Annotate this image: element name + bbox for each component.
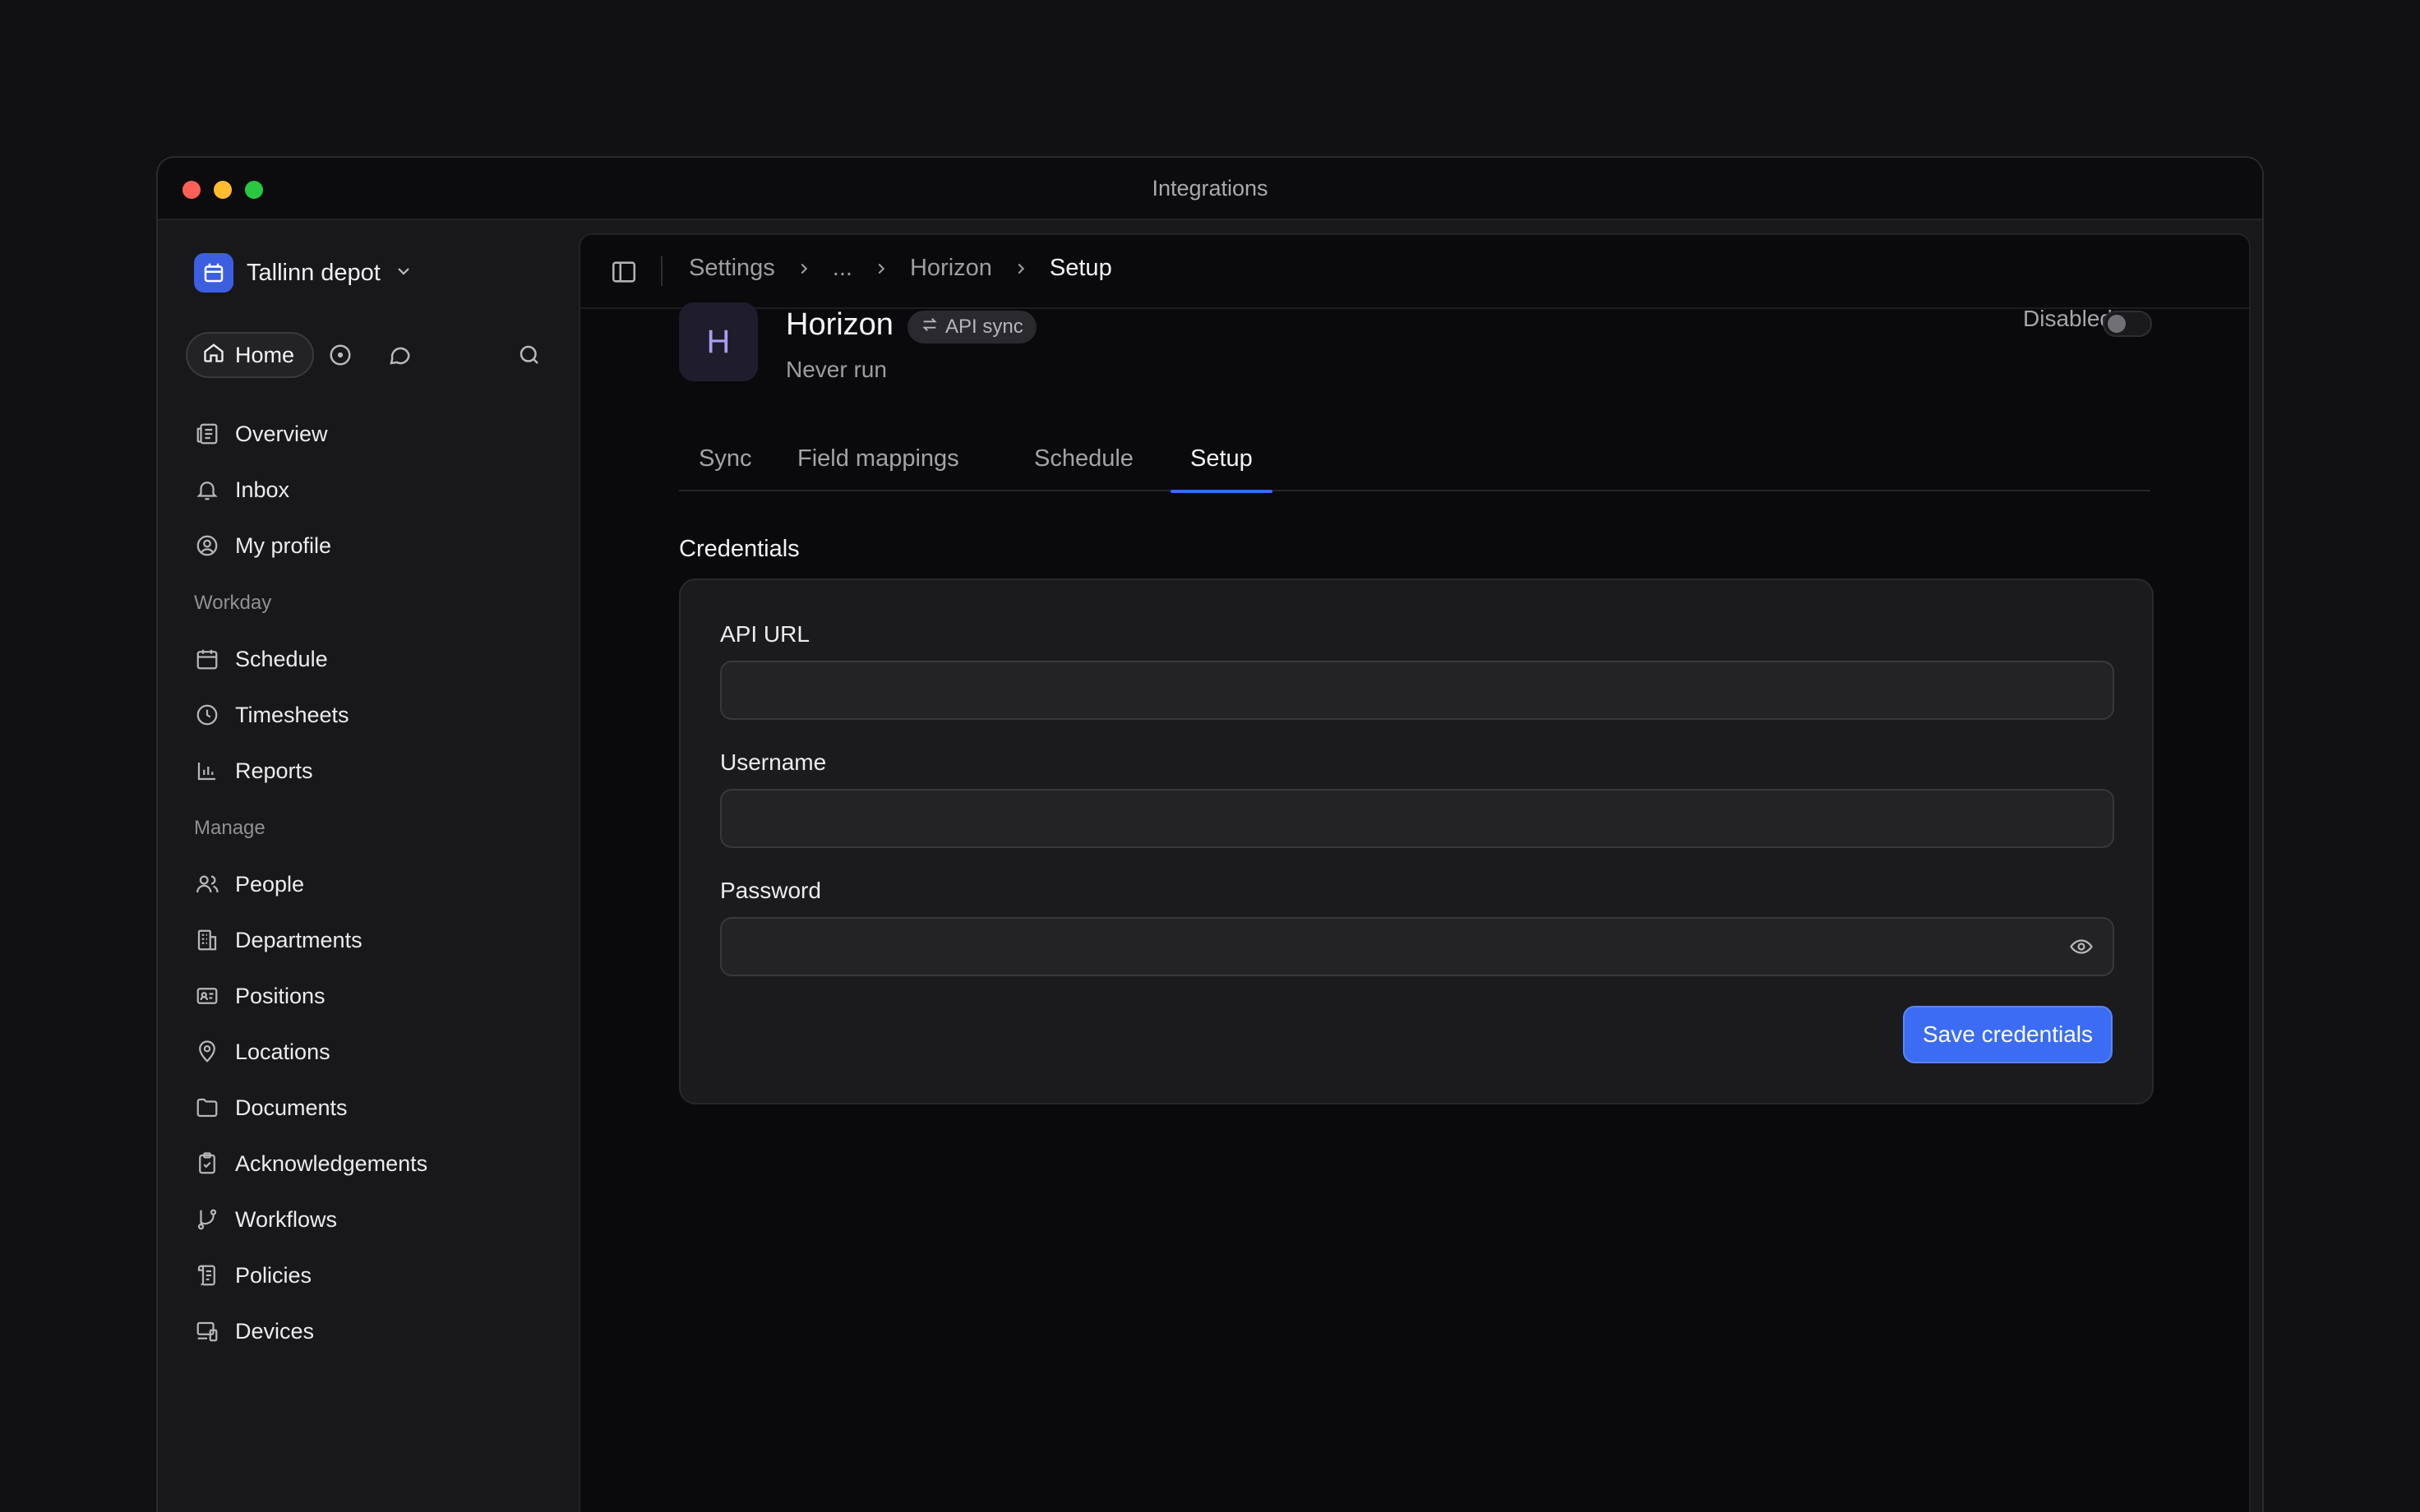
workspace-logo-icon [194, 253, 233, 293]
credentials-title: Credentials [679, 536, 800, 562]
tab-sync[interactable]: Sync [679, 436, 771, 491]
building-icon [194, 927, 220, 953]
bar-chart-icon [194, 758, 220, 784]
sidebar-item-label: Documents [235, 1095, 348, 1120]
sidebar-item-devices[interactable]: Devices [194, 1303, 562, 1359]
tab-setup[interactable]: Setup [1171, 436, 1272, 493]
app-window: Integrations Tallinn depot Home Overview… [156, 156, 2264, 1512]
newspaper-icon [194, 421, 220, 447]
sidebar-item-label: Reports [235, 758, 313, 783]
sidebar-item-label: Policies [235, 1262, 312, 1288]
sidebar-item-label: Schedule [235, 646, 328, 671]
sidebar-item-label: People [235, 871, 305, 897]
integration-name: Horizon [786, 307, 894, 342]
title-bar: Integrations [158, 158, 2262, 220]
tab-bar: Sync Field mappings Schedule Setup [679, 436, 2150, 493]
username-label: Username [720, 749, 827, 775]
integration-avatar: H [679, 302, 758, 381]
search-icon[interactable] [516, 342, 543, 368]
users-icon [194, 871, 220, 897]
credentials-card: API URL Username Password Save credentia… [679, 579, 2154, 1104]
api-url-input[interactable] [720, 661, 2114, 720]
username-input[interactable] [720, 789, 2114, 848]
sidebar-item-my-profile[interactable]: My profile [194, 518, 562, 574]
sidebar-item-reports[interactable]: Reports [194, 743, 562, 799]
enable-toggle[interactable] [2103, 311, 2152, 337]
user-circle-icon [194, 532, 220, 559]
sidebar-item-label: Positions [235, 983, 326, 1008]
chevron-right-icon [1012, 260, 1030, 278]
tab-field-mappings[interactable]: Field mappings [778, 436, 979, 491]
breadcrumb: Settings ... Horizon Setup [689, 255, 1112, 282]
sidebar-item-acknowledgements[interactable]: Acknowledgements [194, 1136, 562, 1192]
sidebar-toggle-icon[interactable] [610, 258, 638, 286]
sidebar-item-inbox[interactable]: Inbox [194, 462, 562, 518]
chevron-down-icon [394, 261, 413, 285]
divider [661, 256, 663, 286]
folder-icon [194, 1095, 220, 1121]
sidebar-item-label: Overview [235, 421, 328, 446]
chevron-right-icon [872, 260, 890, 278]
sidebar-item-locations[interactable]: Locations [194, 1024, 562, 1080]
enabled-status-label: Disabled [2023, 306, 2113, 331]
activity-icon[interactable] [327, 342, 353, 368]
top-bar: Settings ... Horizon Setup [580, 235, 2249, 309]
password-input[interactable] [720, 917, 2114, 976]
save-credentials-button[interactable]: Save credentials [1902, 1006, 2113, 1063]
clock-icon [194, 702, 220, 728]
breadcrumb-ellipsis[interactable]: ... [833, 255, 852, 282]
breadcrumb-settings[interactable]: Settings [689, 255, 775, 282]
sidebar-item-label: My profile [235, 532, 332, 558]
id-card-icon [194, 983, 220, 1009]
sidebar-item-overview[interactable]: Overview [194, 406, 562, 462]
sidebar-item-label: Departments [235, 927, 363, 952]
sidebar-item-documents[interactable]: Documents [194, 1080, 562, 1136]
sidebar-item-label: Devices [235, 1318, 315, 1344]
sidebar-item-departments[interactable]: Departments [194, 912, 562, 968]
main-panel: Settings ... Horizon Setup H Horizon API… [579, 233, 2251, 1512]
sidebar-item-positions[interactable]: Positions [194, 968, 562, 1024]
bell-icon [194, 477, 220, 503]
sidebar-item-label: Timesheets [235, 702, 349, 727]
window-title: Integrations [1152, 176, 1268, 201]
password-label: Password [720, 878, 821, 903]
sidebar-item-label: Acknowledgements [235, 1150, 428, 1176]
api-url-label: API URL [720, 621, 810, 647]
breadcrumb-horizon[interactable]: Horizon [910, 255, 992, 282]
sidebar-item-people[interactable]: People [194, 856, 562, 912]
home-button[interactable]: Home [186, 332, 315, 378]
sidebar-item-schedule[interactable]: Schedule [194, 631, 562, 687]
sidebar-item-timesheets[interactable]: Timesheets [194, 687, 562, 743]
section-title-manage: Manage [194, 817, 266, 839]
clipboard-check-icon [194, 1150, 220, 1177]
chevron-right-icon [795, 260, 813, 278]
home-label: Home [235, 342, 295, 367]
sidebar: Tallinn depot Home Overview Inbox My pro… [158, 220, 579, 1512]
scroll-icon [194, 1262, 220, 1288]
toggle-knob [2108, 315, 2126, 333]
devices-icon [194, 1318, 220, 1344]
tab-schedule[interactable]: Schedule [1014, 436, 1153, 491]
section-title-workday: Workday [194, 592, 272, 614]
sidebar-item-workflows[interactable]: Workflows [194, 1192, 562, 1247]
workspace-switcher[interactable]: Tallinn depot [194, 253, 413, 293]
arrows-swap-icon [921, 316, 939, 339]
calendar-icon [194, 646, 220, 672]
integration-type-badge: API sync [908, 311, 1037, 343]
git-branch-icon [194, 1206, 220, 1233]
sidebar-item-policies[interactable]: Policies [194, 1247, 562, 1303]
home-icon [202, 341, 225, 370]
quick-actions: Home [186, 332, 547, 378]
sidebar-item-label: Workflows [235, 1206, 338, 1232]
badge-label: API sync [945, 316, 1023, 338]
last-run-status: Never run [786, 357, 887, 382]
sidebar-item-label: Locations [235, 1039, 330, 1064]
sidebar-item-label: Inbox [235, 477, 290, 502]
map-pin-icon [194, 1039, 220, 1065]
nav-main: Overview Inbox My profile Workday Schedu… [194, 406, 562, 1359]
breadcrumb-current: Setup [1049, 255, 1112, 281]
workspace-name: Tallinn depot [247, 259, 381, 286]
eye-icon[interactable] [2067, 932, 2096, 961]
chat-icon[interactable] [386, 342, 413, 368]
